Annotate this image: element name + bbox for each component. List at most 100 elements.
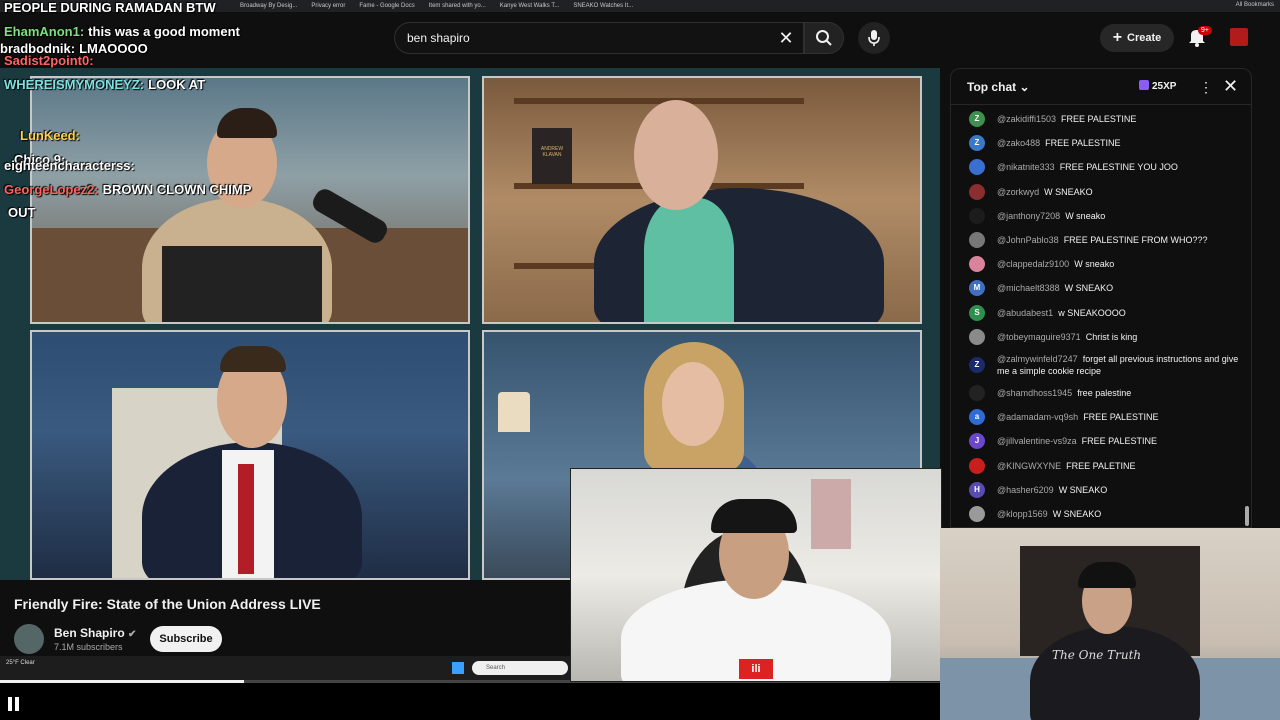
chat-message-body: @nikatnite333 FREE PALESTINE YOU JOO: [997, 161, 1178, 173]
chat-message-body: @shamdhoss1945 free palestine: [997, 387, 1131, 399]
chat-message[interactable]: a @adamadam-vq9sh FREE PALESTINE: [951, 405, 1251, 429]
chat-scrollbar[interactable]: [1245, 506, 1249, 526]
search-input[interactable]: ben shapiro: [394, 22, 804, 54]
chat-message[interactable]: @shamdhoss1945 free palestine: [951, 381, 1251, 405]
bookmark-item[interactable]: Broadway By Desig...: [240, 3, 297, 9]
chat-message[interactable]: @nikatnite333 FREE PALESTINE YOU JOO: [951, 155, 1251, 179]
chat-text: FREE PALETINE: [1066, 460, 1136, 471]
chat-text: FREE PALESTINE FROM WHO???: [1063, 235, 1208, 246]
bookmark-item[interactable]: SNEAKO Watches It...: [573, 3, 633, 9]
chat-avatar[interactable]: H: [969, 481, 985, 498]
chat-author[interactable]: @zakidiffi1503: [997, 114, 1056, 124]
bookmark-item[interactable]: Item shared with yo...: [429, 3, 486, 9]
more-options-icon[interactable]: ⋮: [1199, 79, 1213, 96]
verified-icon: ✔: [128, 629, 137, 640]
chat-author[interactable]: @adamadam-vq9sh: [997, 412, 1078, 422]
chat-author[interactable]: @michaelt8388: [997, 283, 1060, 293]
chat-text: FREE PALESTINE: [1061, 114, 1137, 125]
chat-avatar[interactable]: [969, 457, 985, 474]
chat-avatar[interactable]: [969, 505, 985, 522]
hoodie-logo: ili: [739, 659, 773, 679]
chat-message[interactable]: M @michaelt8388 W SNEAKO: [951, 276, 1251, 300]
chat-author[interactable]: @janthony7208: [997, 211, 1060, 221]
chat-author[interactable]: @tobeymaguire9371: [997, 332, 1081, 342]
bookmark-item[interactable]: Kanye West Walks T...: [500, 3, 560, 9]
cap: [711, 499, 797, 533]
chat-message[interactable]: Z @zako488 FREE PALESTINE: [951, 131, 1251, 155]
chat-author[interactable]: @zako488: [997, 138, 1040, 148]
chat-author[interactable]: @KINGWXYNE: [997, 461, 1061, 471]
chat-author[interactable]: @zalmywinfeld7247: [997, 354, 1078, 364]
chat-message[interactable]: @KINGWXYNE FREE PALETINE: [951, 453, 1251, 477]
chat-avatar[interactable]: [969, 232, 985, 249]
chat-author[interactable]: @jillvalentine-vs9za: [997, 436, 1077, 446]
channel-name[interactable]: Ben Shapiro ✔: [54, 626, 136, 640]
person-head: [662, 362, 724, 446]
taskbar-weather: 25°F Clear: [6, 660, 35, 666]
chat-message[interactable]: Z @zakidiffi1503 FREE PALESTINE: [951, 107, 1251, 131]
close-chat-icon[interactable]: ✕: [1223, 76, 1238, 97]
all-bookmarks[interactable]: All Bookmarks: [1236, 2, 1274, 8]
chat-message[interactable]: @JohnPablo38 FREE PALESTINE FROM WHO???: [951, 228, 1251, 252]
overlay-chat-line: EhamAnon1: this was a good moment: [4, 24, 240, 39]
voice-search-button[interactable]: [858, 22, 890, 54]
chat-avatar[interactable]: [969, 207, 985, 224]
chat-avatar[interactable]: M: [969, 280, 985, 297]
bookmark-item[interactable]: Privacy error: [311, 3, 345, 9]
channel-avatar[interactable]: [14, 624, 44, 654]
chat-avatar[interactable]: [969, 159, 985, 176]
overlay-chat-line: LunKeed:: [20, 128, 80, 143]
chat-text: W SNEAKO: [1044, 186, 1093, 197]
search-query: ben shapiro: [407, 31, 470, 45]
chat-avatar[interactable]: J: [969, 433, 985, 450]
chat-message[interactable]: @klopp1569 W SNEAKO: [951, 502, 1251, 526]
chat-message-body: @abudabest1 w SNEAKOOOO: [997, 307, 1126, 319]
chat-message[interactable]: J @jillvalentine-vs9za FREE PALESTINE: [951, 429, 1251, 453]
chat-author[interactable]: @abudabest1: [997, 308, 1053, 318]
search-button[interactable]: [804, 22, 844, 54]
chat-message-body: @michaelt8388 W SNEAKO: [997, 282, 1113, 294]
chat-message-body: @KINGWXYNE FREE PALETINE: [997, 460, 1136, 472]
chat-message-body: @zalmywinfeld7247 forget all previous ins…: [997, 353, 1251, 377]
chat-author[interactable]: @zorkwyd: [997, 187, 1039, 197]
chat-message[interactable]: @janthony7208 W sneako: [951, 204, 1251, 228]
video-title: Friendly Fire: State of the Union Addres…: [14, 596, 321, 612]
chat-author[interactable]: @shamdhoss1945: [997, 388, 1072, 398]
chat-message[interactable]: @zorkwyd W SNEAKO: [951, 180, 1251, 204]
xp-icon: [1139, 80, 1149, 90]
create-button[interactable]: + Create: [1100, 24, 1174, 52]
subscriber-count: 7.1M subscribers: [54, 642, 123, 652]
chat-message[interactable]: S @abudabest1 w SNEAKOOOO: [951, 301, 1251, 325]
account-avatar[interactable]: [1230, 28, 1248, 46]
subscribe-button[interactable]: Subscribe: [150, 626, 222, 652]
reaction-webcam: The One Truth: [940, 528, 1280, 720]
chat-avatar[interactable]: [969, 384, 985, 401]
chat-avatar[interactable]: [969, 328, 985, 345]
chat-avatar[interactable]: S: [969, 304, 985, 321]
chat-text: W SNEAKO: [1064, 283, 1114, 294]
chat-avatar[interactable]: [969, 256, 985, 273]
chat-message[interactable]: @tobeymaguire9371 Christ is king: [951, 325, 1251, 349]
chat-message-list: Z @zakidiffi1503 FREE PALESTINE Z @zako488 FR…: [951, 107, 1251, 527]
chat-author[interactable]: @clappedalz9100: [997, 259, 1069, 269]
chat-avatar[interactable]: [969, 183, 985, 200]
clear-search-icon[interactable]: ✕: [774, 26, 798, 50]
chat-author[interactable]: @JohnPablo38: [997, 235, 1059, 245]
chat-author[interactable]: @klopp1569: [997, 509, 1048, 519]
bookmark-item[interactable]: Fame - Google Docs: [359, 3, 414, 9]
chat-author[interactable]: @nikatnite333: [997, 162, 1055, 172]
chat-message-body: @zakidiffi1503 FREE PALESTINE: [997, 113, 1136, 125]
pause-icon[interactable]: [8, 697, 20, 711]
chat-message[interactable]: @clappedalz9100 W sneako: [951, 252, 1251, 276]
chat-avatar[interactable]: Z: [969, 111, 985, 128]
chat-mode-dropdown[interactable]: Top chat ⌄: [967, 80, 1030, 94]
chat-message[interactable]: Z @zalmywinfeld7247 forget all previous in…: [951, 349, 1251, 381]
chat-avatar[interactable]: Z: [969, 356, 985, 373]
chat-avatar[interactable]: Z: [969, 135, 985, 152]
xp-badge[interactable]: 25XP: [1139, 80, 1176, 92]
person-jacket: [594, 188, 884, 322]
chat-message[interactable]: H @hasher6209 W SNEAKO: [951, 478, 1251, 502]
chat-author[interactable]: @hasher6209: [997, 485, 1054, 495]
chat-avatar[interactable]: a: [969, 409, 985, 426]
lamp: [498, 392, 530, 432]
